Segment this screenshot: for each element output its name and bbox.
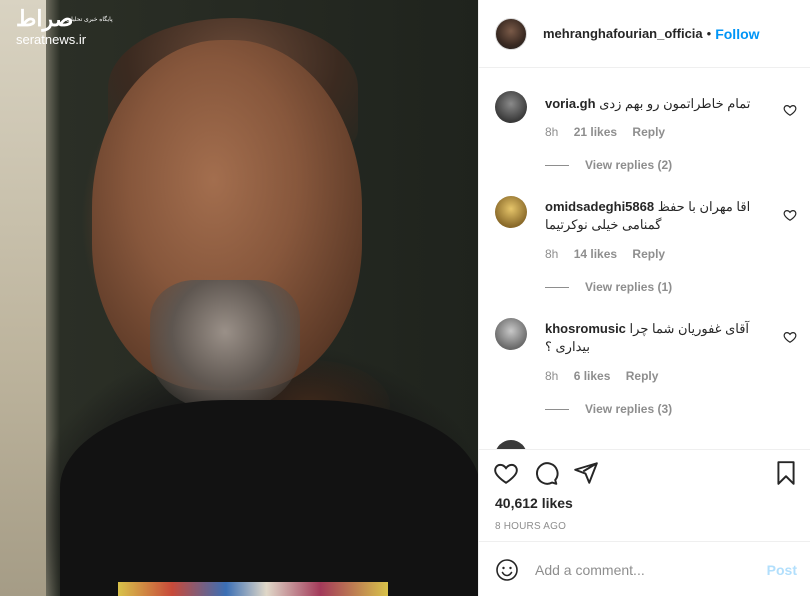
comment-like-icon[interactable] <box>783 208 797 222</box>
comment-composer: Post <box>479 541 810 596</box>
view-replies-button[interactable]: View replies (3) <box>545 402 672 416</box>
view-replies-label: View replies (2) <box>585 158 673 172</box>
comment-time[interactable]: 8h <box>545 125 558 139</box>
comment-input[interactable] <box>535 560 755 580</box>
comment-likes[interactable]: 21 likes <box>574 125 617 139</box>
post-comment-button[interactable]: Post <box>767 562 797 578</box>
comment-item: khosromusic آقای غفوریان شما چرا بیداری … <box>495 318 805 418</box>
commenter-avatar[interactable] <box>495 440 527 449</box>
comment-like-icon[interactable] <box>783 330 797 344</box>
likes-count[interactable]: 40,612 likes <box>495 495 573 511</box>
post-actions: 40,612 likes 8 HOURS AGO <box>479 449 810 541</box>
comment-likes[interactable]: 14 likes <box>574 247 617 261</box>
author-username[interactable]: mehranghafourian_officia <box>543 26 703 41</box>
reply-button[interactable]: Reply <box>632 125 665 139</box>
view-replies-label: View replies (3) <box>585 402 673 416</box>
comments-list[interactable]: voria.gh تمام خاطراتمون رو بهم زدی 8h 21… <box>479 69 810 449</box>
comment-body: khosromusic آقای غفوریان شما چرا بیداری … <box>545 320 759 356</box>
replies-divider <box>545 286 569 288</box>
comment-body: omidsadeghi5868 اقا مهران با حفظ گمنامی … <box>545 198 765 234</box>
commenter-username[interactable]: khosromusic <box>545 321 626 336</box>
post-timestamp[interactable]: 8 HOURS AGO <box>495 521 566 532</box>
commenter-username[interactable]: omidsadeghi5868 <box>545 199 654 214</box>
comment-meta: 8h 14 likes Reply <box>545 247 677 261</box>
comment-text: تمام خاطراتمون رو بهم زدی <box>599 96 751 111</box>
post-panel: mehranghafourian_officia • Follow voria.… <box>478 0 810 596</box>
emoji-icon[interactable] <box>495 558 519 582</box>
share-icon[interactable] <box>573 460 599 486</box>
photo-shirt <box>60 400 478 596</box>
view-replies-button[interactable]: View replies (1) <box>545 280 672 294</box>
bookmark-icon[interactable] <box>773 460 799 486</box>
comment-body: voria.gh تمام خاطراتمون رو بهم زدی <box>545 95 765 113</box>
photo-beard <box>150 280 300 410</box>
commenter-avatar[interactable] <box>495 91 527 123</box>
comment-item: omidsadeghi5868 اقا مهران با حفظ گمنامی … <box>495 196 805 296</box>
post-photo[interactable]: صراط پایگاه خبری تحلیلی seratnews.ir <box>0 0 478 596</box>
photo-wall <box>0 0 46 596</box>
comment-item: voria.gh تمام خاطراتمون رو بهم زدی 8h 21… <box>495 91 805 181</box>
reply-button[interactable]: Reply <box>626 369 659 383</box>
comment-likes[interactable]: 6 likes <box>574 369 611 383</box>
reply-button[interactable]: Reply <box>632 247 665 261</box>
comment-icon[interactable] <box>533 460 559 486</box>
replies-divider <box>545 164 569 166</box>
comment-time[interactable]: 8h <box>545 369 558 383</box>
header-separator: • <box>706 26 712 41</box>
comment-like-icon[interactable] <box>783 103 797 117</box>
view-replies-button[interactable]: View replies (2) <box>545 158 672 172</box>
heart-icon[interactable] <box>493 460 519 486</box>
watermark: صراط پایگاه خبری تحلیلی seratnews.ir <box>16 6 113 47</box>
commenter-username[interactable]: voria.gh <box>545 96 596 111</box>
comment-time[interactable]: 8h <box>545 247 558 261</box>
watermark-tagline: پایگاه خبری تحلیلی <box>66 17 113 23</box>
comment-meta: 8h 6 likes Reply <box>545 369 670 383</box>
author-avatar[interactable] <box>495 17 527 50</box>
watermark-site: seratnews.ir <box>16 32 87 47</box>
follow-button[interactable]: Follow <box>715 26 759 42</box>
commenter-avatar[interactable] <box>495 318 527 350</box>
post-header: mehranghafourian_officia • Follow <box>479 0 810 68</box>
photo-shirt-print <box>118 582 388 596</box>
view-replies-label: View replies (1) <box>585 280 673 294</box>
commenter-avatar[interactable] <box>495 196 527 228</box>
comment-meta: 8h 21 likes Reply <box>545 125 677 139</box>
replies-divider <box>545 408 569 410</box>
